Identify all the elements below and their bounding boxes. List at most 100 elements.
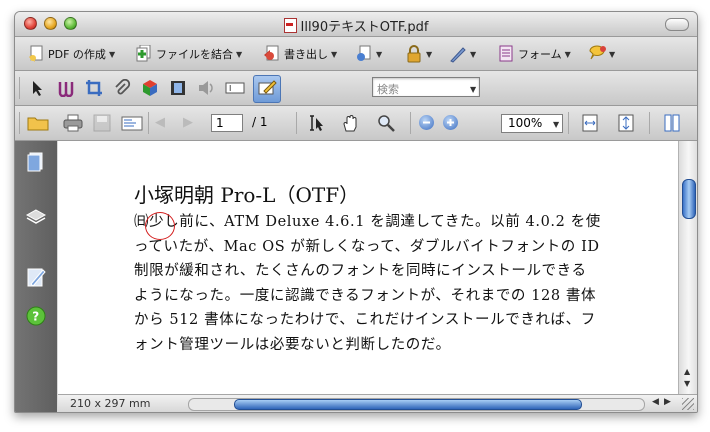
tools-toolbar: Ⅰ 検索 ▼ [15,71,697,106]
zoom-tool-icon[interactable] [377,114,395,132]
touchup-text-icon[interactable] [57,79,75,98]
hand-icon[interactable] [341,114,359,132]
chevron-down-icon: ▼ [108,49,116,59]
share-icon [355,45,373,63]
zoom-dropdown-icon[interactable]: ▼ [553,120,559,129]
save-icon[interactable] [93,114,111,132]
arrow-left-icon[interactable]: ◀ [155,115,165,130]
scroll-down-icon[interactable]: ▼ [684,379,690,388]
text-line: っていたが、Mac OS が新しくなって、ダブルバイトフォントの ID [134,238,600,255]
combine-files-button[interactable]: ファイルを結合 ▼ [135,43,242,65]
pdf-file-icon [283,18,297,33]
attach-icon[interactable] [113,78,131,97]
forms-button[interactable]: フォーム ▼ [497,43,571,65]
resize-grip-icon[interactable] [682,398,694,410]
page-total: / 1 [252,115,268,129]
pages-panel-icon[interactable] [25,151,47,173]
secure-button[interactable]: ▼ [405,43,432,65]
toolbar-divider [296,112,297,134]
email-icon[interactable] [121,114,143,132]
layers-panel-icon[interactable] [25,206,47,228]
fit-page-icon[interactable] [617,114,635,132]
open-folder-icon[interactable] [27,114,49,132]
film-icon[interactable] [169,79,187,97]
export-button[interactable]: 書き出し ▼ [263,43,337,65]
comment-tool-icon[interactable] [253,75,281,103]
window-title-text: Ill90テキストOTF.pdf [300,20,429,35]
review-button[interactable]: ▼ [588,43,615,65]
svg-text:Ⅰ: Ⅰ [229,84,231,93]
export-icon [263,45,281,63]
combine-files-icon [135,44,153,63]
status-bar: 210 x 297 mm ◀ ▶ [58,394,697,412]
text-line: ようになった。一度に認識できるフォントが、それまでの 128 書体 [134,287,597,304]
chevron-down-icon: ▼ [331,49,338,59]
create-pdf-label: PDF の作成 [48,48,106,61]
create-pdf-button[interactable]: PDF の作成 ▼ [27,43,115,65]
zoom-in-icon[interactable] [443,115,458,130]
crop-icon[interactable] [85,79,103,97]
text-line: ㈰少し前に、ATM Deluxe 4.6.1 を調達してきた。以前 4.0.2 … [134,214,601,230]
share-button[interactable]: ▼ [355,43,382,65]
text-line: 制限が緩和され、たくさんのフォントを同時にインストールできる [134,263,587,279]
toolbar-divider [19,77,20,99]
chevron-down-icon: ▼ [376,49,383,59]
select-arrow-icon[interactable] [28,79,46,97]
comment-icon [588,45,606,63]
pen-icon [449,45,467,63]
form-icon [497,45,515,63]
document-page: 小塚明朝 Pro-L（OTF） ㈰少し前に、ATM Deluxe 4.6.1 を… [58,141,678,394]
toolbar-divider [568,112,569,134]
fit-width-icon[interactable] [581,114,599,132]
toolbar-divider [19,112,20,134]
search-placeholder: 検索 [377,83,399,96]
vertical-scrollbar[interactable]: ▲ ▼ [678,141,697,394]
sign-button[interactable]: ▼ [449,43,476,65]
scroll-right-icon[interactable]: ▶ [664,397,671,407]
forms-label: フォーム [518,48,562,61]
lock-icon [405,45,423,63]
scroll-left-icon[interactable]: ◀ [652,397,659,407]
title-bar: Ill90テキストOTF.pdf [15,12,697,37]
help-icon[interactable]: ? [25,305,47,327]
export-label: 書き出し [284,48,328,61]
text-field-icon[interactable]: Ⅰ [225,79,245,97]
chevron-down-icon: ▼ [470,49,477,59]
toolbar-toggle-button[interactable] [665,18,689,31]
zoom-level: 100% [508,116,543,130]
text-select-icon[interactable] [307,114,325,132]
search-dropdown-icon[interactable]: ▼ [470,85,476,94]
arrow-right-icon[interactable]: ▶ [183,115,193,130]
chevron-down-icon: ▼ [564,49,571,59]
page-current: 1 [216,116,224,130]
two-page-icon[interactable] [663,114,681,132]
chevron-down-icon: ▼ [609,49,616,59]
document-heading: 小塚明朝 Pro-L（OTF） [134,183,360,207]
text-line: ォント管理ツールは必要ないと判断したのだ。 [134,336,451,353]
red-circle-annotation [145,212,175,240]
combine-files-label: ファイルを結合 [156,48,233,61]
chevron-down-icon: ▼ [236,49,243,59]
vertical-scroll-thumb[interactable] [682,179,696,219]
signatures-panel-icon[interactable] [25,266,47,288]
toolbar-divider [148,112,149,134]
print-icon[interactable] [63,114,83,132]
document-paragraph: ㈰少し前に、ATM Deluxe 4.6.1 を調達してきた。以前 4.0.2 … [134,210,642,357]
navigation-sidebar: ? [15,141,57,412]
svg-text:?: ? [32,310,39,324]
sound-icon[interactable] [197,79,215,97]
navigation-toolbar: ◀ ▶ 1 / 1 100% ▼ [15,106,697,141]
toolbar-divider [410,112,411,134]
app-window: Ill90テキストOTF.pdf PDF の作成 ▼ ファイルを結合 ▼ 書き出し ▼… [14,11,698,413]
page-number-input[interactable]: 1 [211,114,243,132]
page-size-label: 210 x 297 mm [70,397,151,410]
horizontal-scroll-thumb[interactable] [234,399,582,410]
chevron-down-icon: ▼ [426,49,433,59]
3d-object-icon[interactable] [141,79,159,97]
zoom-out-icon[interactable] [419,115,434,130]
text-line: から 512 書体になったわけで、これだけインストールできれば、フ [134,312,596,328]
toolbar-divider [649,112,650,134]
scroll-up-icon[interactable]: ▲ [684,367,690,376]
search-field[interactable]: 検索 [372,77,480,97]
create-pdf-icon [27,45,45,63]
